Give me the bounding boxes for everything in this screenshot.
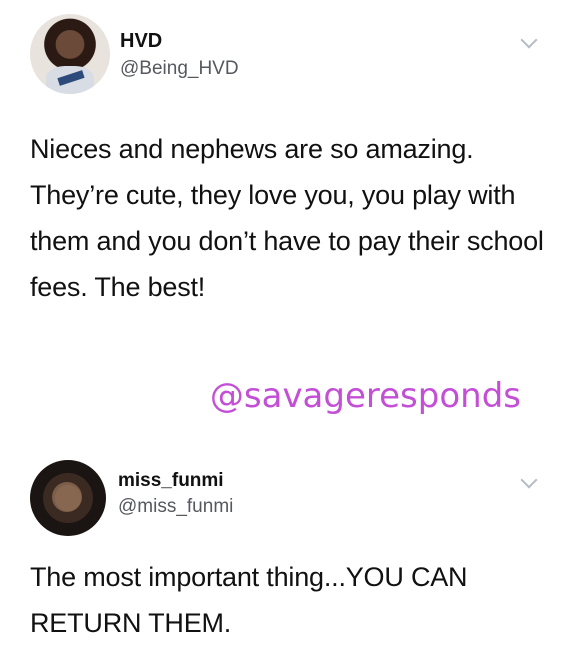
chevron-down-icon[interactable] <box>520 471 538 489</box>
display-name[interactable]: HVD <box>120 30 162 53</box>
watermark: @savageresponds <box>209 376 521 416</box>
chevron-down-icon[interactable] <box>520 31 538 49</box>
tweet-text: Nieces and nephews are so amazing. They’… <box>30 134 544 302</box>
avatar[interactable] <box>30 460 106 536</box>
tweet-card-hvd[interactable]: HVD @Being_HVD Nieces and nephews are so… <box>0 0 563 440</box>
avatar[interactable] <box>30 14 110 94</box>
user-handle[interactable]: @miss_funmi <box>118 496 233 518</box>
display-name[interactable]: miss_funmi <box>118 470 224 492</box>
user-handle[interactable]: @Being_HVD <box>120 58 239 80</box>
tweet-text: The most important thing...YOU CAN RETUR… <box>30 562 468 638</box>
tweet-card-miss-funmi[interactable]: miss_funmi @miss_funmi The most importan… <box>0 440 563 640</box>
avatar-face <box>52 482 82 512</box>
